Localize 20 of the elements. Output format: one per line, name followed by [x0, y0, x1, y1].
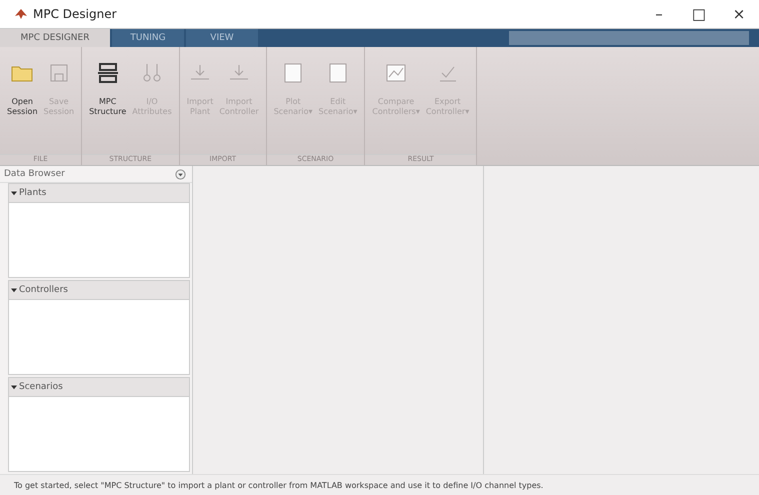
section-header[interactable]: Controllers	[8, 280, 190, 300]
section-header[interactable]: Plants	[8, 183, 190, 203]
window-control-button[interactable]: □	[679, 0, 719, 28]
ribbon-tab[interactable]: MPC DESIGNER	[0, 29, 110, 47]
section-header[interactable]: Scenarios	[8, 377, 190, 397]
toolbar-button[interactable]: Open Session	[4, 51, 41, 154]
stacked-blocks-icon	[96, 61, 120, 85]
ribbon-tab[interactable]: VIEW	[186, 29, 258, 47]
ribbon-tab[interactable]: TUNING	[112, 29, 184, 47]
window-control-button[interactable]: ×	[719, 0, 759, 28]
app-logo-icon	[14, 7, 28, 21]
triangle-icon	[11, 190, 17, 196]
panel-menu-icon[interactable]	[175, 168, 186, 180]
window-control-button[interactable]: –	[639, 0, 679, 28]
triangle-icon	[11, 287, 17, 293]
window-title: MPC Designer	[33, 7, 117, 21]
panel-title: Data Browser	[4, 169, 65, 179]
status-message: To get started, select "MPC Structure" to import a plant or controller from MATLAB workspace and use it to define I/O channel types.	[0, 474, 759, 495]
toolbar-button[interactable]: MPC Structure	[86, 51, 130, 154]
triangle-icon	[11, 384, 17, 390]
